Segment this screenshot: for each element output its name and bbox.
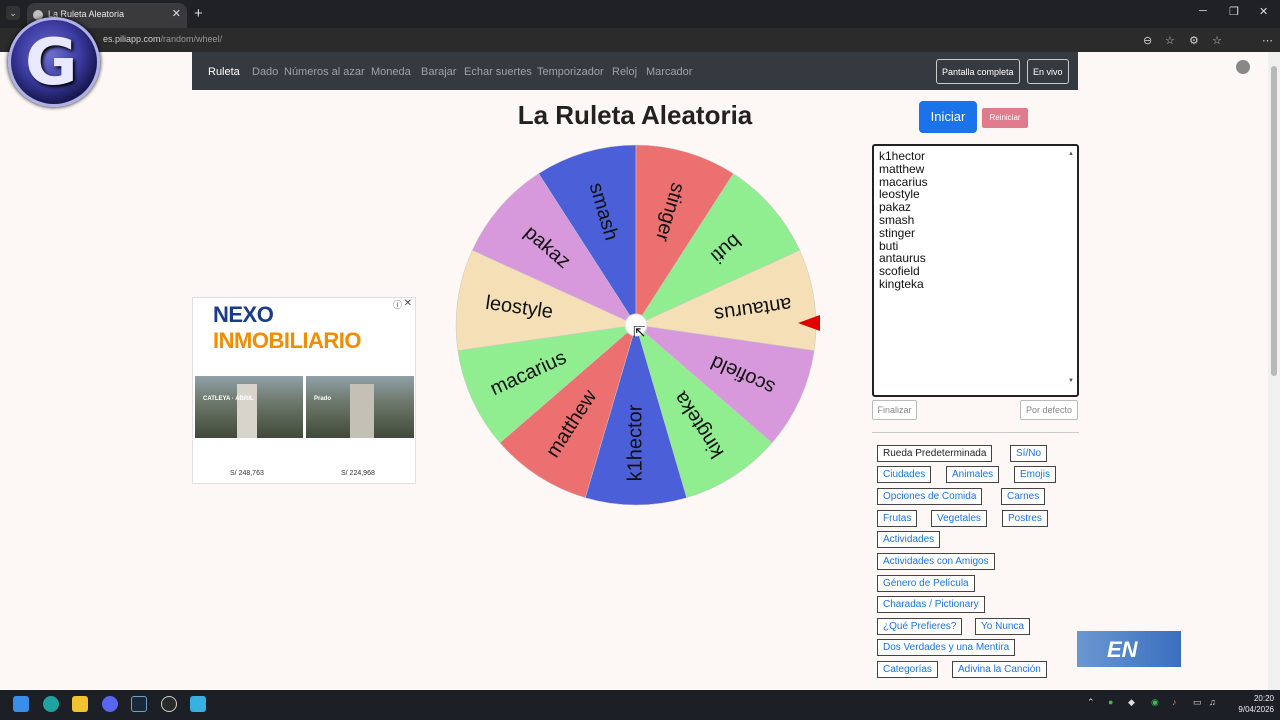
preset-opciones-comida[interactable]: Opciones de Comida: [877, 488, 983, 505]
more-menu-icon[interactable]: ⋯: [1262, 34, 1273, 47]
nav-item-dado[interactable]: Dado: [252, 66, 278, 78]
nav-item-marcador[interactable]: Marcador: [646, 66, 692, 78]
nav-item-ruleta[interactable]: Ruleta: [208, 66, 240, 78]
entry-line: smash: [879, 212, 915, 227]
preset-emojis[interactable]: Emojis: [1014, 466, 1057, 483]
minimize-icon[interactable]: ─: [1199, 5, 1207, 17]
tray-app-icon[interactable]: ●: [1108, 697, 1113, 707]
page-scrollbar[interactable]: [1268, 52, 1280, 690]
preset-yo-nunca[interactable]: Yo Nunca: [975, 618, 1030, 635]
site-navbar: Ruleta Dado Números al azar Moneda Baraj…: [192, 52, 1078, 90]
taskbar-clock[interactable]: 20:20 9/04/2026: [1226, 693, 1274, 715]
browser-titlebar: ⌄ La Ruleta Aleatoria ✕ + ─ ❐ ✕: [0, 0, 1280, 28]
mouse-cursor-icon: ⇱: [633, 324, 646, 341]
microphone-icon[interactable]: ♪: [1172, 697, 1177, 707]
default-button[interactable]: Por defecto: [1020, 400, 1078, 420]
stream-overlay-badge: EN: [1077, 631, 1181, 667]
entries-textarea[interactable]: ▲ k1hector matthew macarius leostyle pakaz sm…: [872, 144, 1079, 397]
tab-list-icon[interactable]: ⌄: [6, 6, 20, 20]
favorite-star-icon[interactable]: ☆: [1165, 34, 1175, 47]
preset-ciudades[interactable]: Ciudades: [877, 466, 932, 483]
preset-actividades[interactable]: Actividades: [877, 531, 941, 548]
ad-image-1[interactable]: CATLEYA · ABRIL: [195, 376, 303, 438]
preset-que-prefieres[interactable]: ¿Qué Prefieres?: [877, 618, 963, 635]
entry-line: kingteka: [879, 276, 924, 291]
preset-genero-pelicula[interactable]: Género de Película: [877, 575, 975, 592]
nav-item-numeros[interactable]: Números al azar: [284, 66, 365, 78]
reset-button[interactable]: Reiniciar: [982, 108, 1028, 128]
profile-avatar[interactable]: [1236, 60, 1250, 74]
tray-shield-icon[interactable]: ◉: [1151, 697, 1159, 708]
maximize-icon[interactable]: ❐: [1229, 5, 1239, 18]
nav-item-moneda[interactable]: Moneda: [371, 66, 411, 78]
entry-line: stinger: [879, 225, 916, 240]
preset-postres[interactable]: Postres: [1002, 510, 1048, 527]
windows-start-icon[interactable]: [13, 696, 29, 712]
nav-item-barajar[interactable]: Barajar: [421, 66, 456, 78]
advertisement[interactable]: ⓘ ✕ NEXO INMOBILIARIO CATLEYA · ABRIL Pr…: [192, 297, 416, 484]
collections-icon[interactable]: ☆: [1212, 34, 1222, 47]
notepad-icon[interactable]: [190, 696, 206, 712]
preset-adivina-cancion[interactable]: Adivina la Canción: [952, 661, 1047, 678]
entry-line: k1hector: [879, 149, 926, 163]
preset-actividades-amigos[interactable]: Actividades con Amigos: [877, 553, 995, 570]
steam-icon[interactable]: [131, 696, 147, 712]
preset-categorias[interactable]: Categorías: [877, 661, 938, 678]
nav-item-reloj[interactable]: Reloj: [612, 66, 637, 78]
new-tab-icon[interactable]: +: [194, 5, 203, 22]
preset-frutas[interactable]: Frutas: [877, 510, 918, 527]
preset-animales[interactable]: Animales: [946, 466, 1000, 483]
finish-button[interactable]: Finalizar: [872, 400, 917, 420]
scroll-up-icon[interactable]: ▲: [1068, 148, 1074, 161]
scroll-down-icon[interactable]: ▼: [1068, 375, 1074, 388]
ad-price-2: S/ 224,968: [341, 470, 375, 477]
ad-price-1: S/ 248,763: [230, 470, 264, 477]
nav-item-echar-suertes[interactable]: Echar suertes: [464, 66, 532, 78]
live-button[interactable]: En vivo: [1027, 59, 1069, 84]
tab-close-icon[interactable]: ✕: [172, 7, 181, 20]
nav-item-temporizador[interactable]: Temporizador: [537, 66, 604, 78]
edge-browser-icon[interactable]: [43, 696, 59, 712]
preset-si-no[interactable]: Sí/No: [1010, 445, 1048, 462]
file-explorer-icon[interactable]: [72, 696, 88, 712]
wheel-label-k1hector: k1hector: [624, 404, 646, 481]
tray-steam-icon[interactable]: ◆: [1128, 697, 1135, 708]
discord-icon[interactable]: [102, 696, 118, 712]
address-bar[interactable]: es.piliapp.com/random/wheel/ ⊖ ☆ ⚙ ☆ ⋯: [0, 28, 1280, 74]
fullscreen-button[interactable]: Pantalla completa: [936, 59, 1020, 84]
preset-charadas[interactable]: Charadas / Pictionary: [877, 596, 985, 613]
channel-logo: G: [8, 17, 100, 107]
tray-expand-icon[interactable]: ⌃: [1087, 697, 1095, 708]
preset-rueda-predeterminada[interactable]: Rueda Predeterminada: [877, 445, 993, 462]
wheel-pointer-icon: [798, 315, 820, 331]
preset-dos-verdades[interactable]: Dos Verdades y una Mentira: [877, 639, 1016, 656]
window-close-icon[interactable]: ✕: [1259, 5, 1268, 18]
entry-line: matthew: [879, 161, 925, 176]
extensions-icon[interactable]: ⚙: [1189, 34, 1199, 47]
start-button[interactable]: Iniciar: [919, 101, 977, 133]
preset-carnes[interactable]: Carnes: [1001, 488, 1046, 505]
volume-icon[interactable]: ♫: [1209, 697, 1216, 707]
url-text[interactable]: es.piliapp.com/random/wheel/: [103, 34, 222, 44]
divider: [872, 432, 1079, 433]
ad-image-2[interactable]: Prado: [306, 376, 414, 438]
page-title: La Ruleta Aleatoria: [517, 100, 753, 130]
reader-icon[interactable]: ⊖: [1143, 34, 1152, 47]
preset-vegetales[interactable]: Vegetales: [931, 510, 987, 527]
ad-brand-logo: NEXO INMOBILIARIO: [213, 302, 362, 353]
network-icon[interactable]: ▭: [1193, 697, 1202, 708]
obs-icon[interactable]: [161, 696, 177, 712]
